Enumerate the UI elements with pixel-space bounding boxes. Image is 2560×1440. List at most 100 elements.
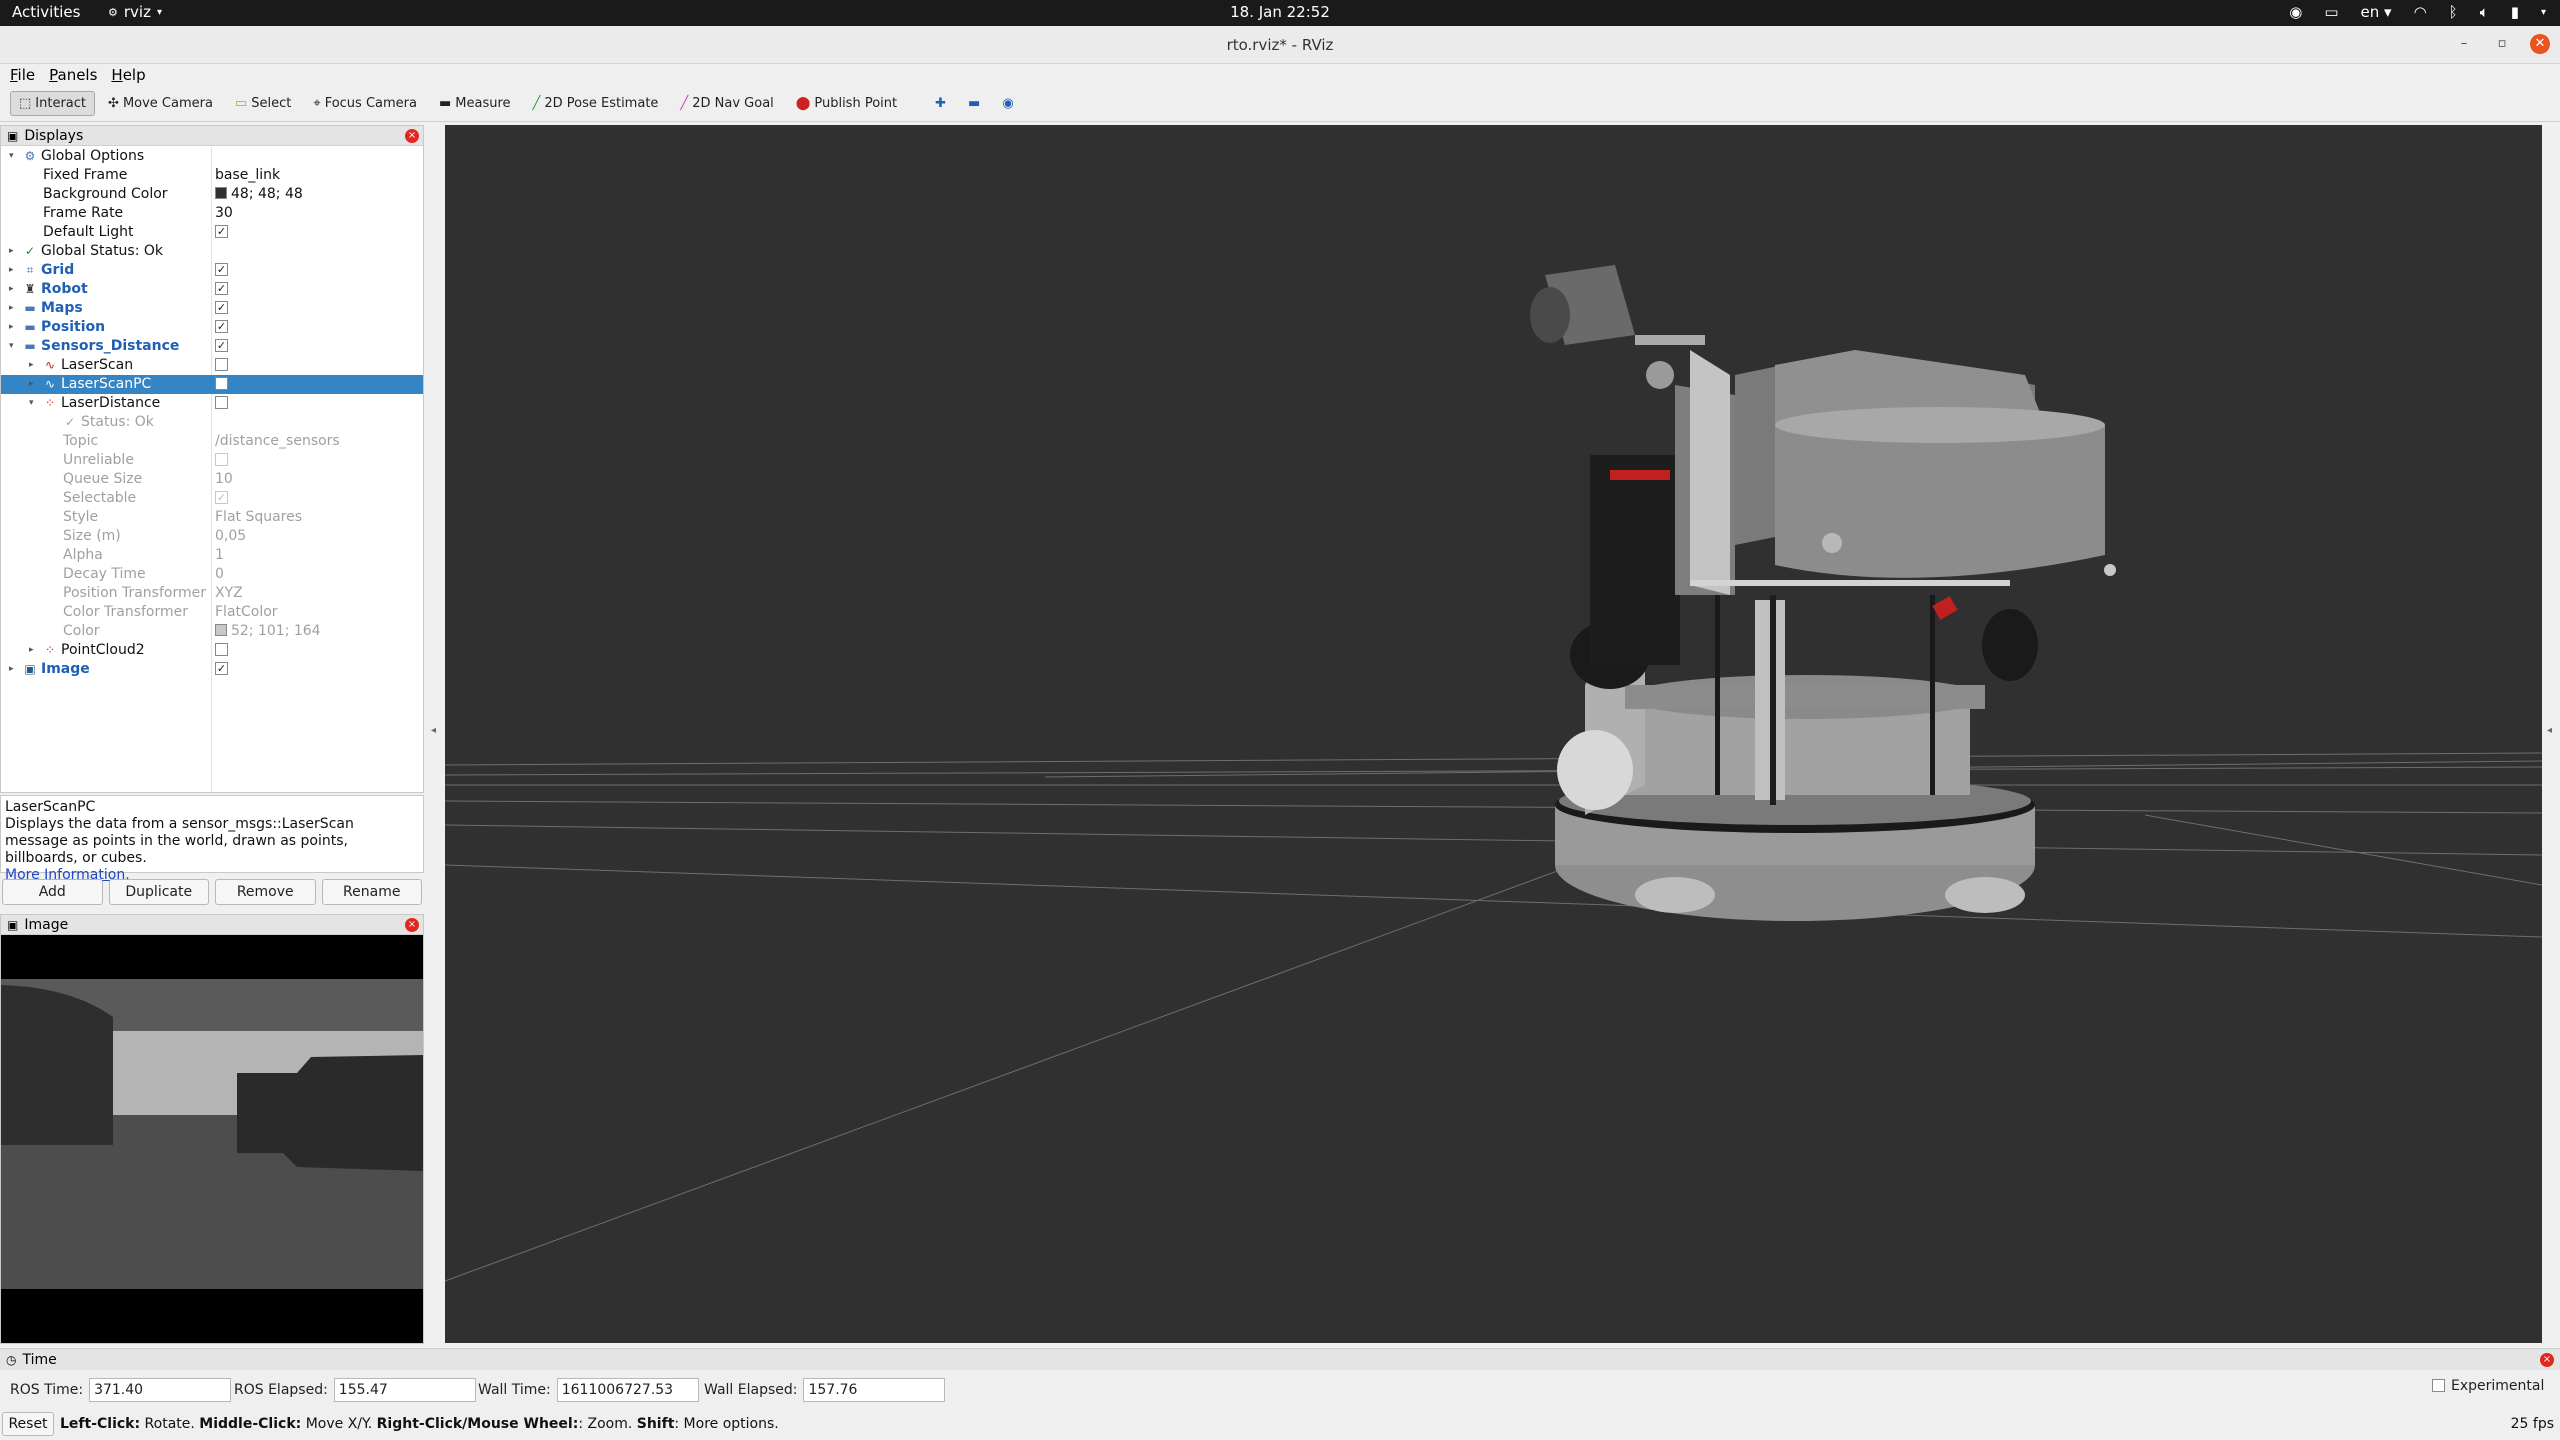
app-menu[interactable]: ⚙ rviz ▾: [108, 3, 162, 21]
enable-checkbox[interactable]: ✓: [215, 300, 228, 314]
menu-help[interactable]: Help: [111, 66, 145, 84]
display-row-value[interactable]: ✓: [215, 318, 228, 337]
bluetooth-icon[interactable]: ᛒ: [2449, 3, 2458, 21]
chevron-right-icon[interactable]: ▸: [9, 261, 19, 280]
display-row-value[interactable]: 10: [215, 470, 233, 489]
remove-tool-button[interactable]: ▬: [959, 91, 989, 116]
display-row-global-status-ok[interactable]: ▸ ✓ Global Status: Ok: [1, 242, 423, 261]
display-row-topic[interactable]: Topic/distance_sensors: [1, 432, 423, 451]
display-row-value[interactable]: [215, 394, 228, 413]
ros-time-input[interactable]: 371.40: [89, 1378, 232, 1402]
experimental-checkbox[interactable]: [2432, 1378, 2445, 1392]
add-tool-button[interactable]: ✚: [926, 91, 955, 116]
display-row-value[interactable]: ✓: [215, 280, 228, 299]
display-row-background-color[interactable]: Background Color 48; 48; 48: [1, 185, 423, 204]
wall-elapsed-input[interactable]: 157.76: [803, 1378, 946, 1402]
display-row-value[interactable]: 48; 48; 48: [215, 185, 303, 204]
display-row-value[interactable]: 0,05: [215, 527, 246, 546]
display-row-value[interactable]: [215, 375, 228, 394]
rename-button[interactable]: Rename: [321, 879, 422, 905]
chevron-down-icon[interactable]: ▾: [2541, 7, 2546, 18]
display-row-value[interactable]: /distance_sensors: [215, 432, 340, 451]
enable-checkbox[interactable]: [215, 376, 228, 390]
tool-focus-camera[interactable]: ⌖ Focus Camera: [304, 91, 426, 116]
enable-checkbox[interactable]: ✓: [215, 281, 228, 295]
enable-checkbox[interactable]: ✓: [215, 224, 228, 238]
chevron-right-icon[interactable]: ▸: [9, 318, 19, 337]
clock[interactable]: 18. Jan 22:52: [0, 3, 2560, 21]
menu-panels[interactable]: Panels: [49, 66, 97, 84]
battery-icon[interactable]: ▮: [2511, 3, 2519, 21]
display-row-value[interactable]: ✓: [215, 660, 228, 679]
enable-checkbox[interactable]: ✓: [215, 338, 228, 352]
display-row-image[interactable]: ▸ ▣ Image ✓: [1, 660, 423, 679]
tool-2d-nav-goal[interactable]: ╱ 2D Nav Goal: [671, 91, 782, 116]
display-row-color-transformer[interactable]: Color Transformer FlatColor: [1, 603, 423, 622]
wall-time-input[interactable]: 1611006727.53: [556, 1378, 699, 1402]
display-row-value[interactable]: XYZ: [215, 584, 243, 603]
maximize-button[interactable]: ▫: [2492, 34, 2512, 54]
enable-checkbox[interactable]: [215, 357, 228, 371]
chevron-down-icon[interactable]: ▾: [29, 394, 39, 413]
display-row-value[interactable]: Flat Squares: [215, 508, 302, 527]
close-icon[interactable]: ×: [2540, 1353, 2554, 1367]
volume-icon[interactable]: 🔈︎: [2480, 3, 2489, 21]
display-row-status-ok[interactable]: ✓ Status: Ok: [1, 413, 423, 432]
duplicate-button[interactable]: Duplicate: [108, 879, 209, 905]
chevron-right-icon[interactable]: ▸: [29, 356, 39, 375]
chevron-right-icon[interactable]: ▸: [9, 299, 19, 318]
display-row-selectable[interactable]: Selectable ✓: [1, 489, 423, 508]
display-row-value[interactable]: [215, 356, 228, 375]
enable-checkbox[interactable]: ✓: [215, 661, 228, 675]
display-row-value[interactable]: ✓: [215, 223, 228, 242]
reset-button[interactable]: Reset: [2, 1412, 54, 1436]
discord-icon[interactable]: ◉: [2289, 3, 2302, 21]
display-row-robot[interactable]: ▸ ♜ Robot ✓: [1, 280, 423, 299]
3d-render-viewport[interactable]: [445, 125, 2542, 1343]
display-row-value[interactable]: 52; 101; 164: [215, 622, 321, 641]
display-row-global-options[interactable]: ▾ ⚙ Global Options: [1, 147, 423, 166]
tool-2d-pose-estimate[interactable]: ╱ 2D Pose Estimate: [524, 91, 668, 116]
panel-splitter[interactable]: ◂: [428, 125, 442, 1343]
time-panel-header[interactable]: ◷ Time ×: [0, 1348, 2560, 1370]
add-button[interactable]: Add: [2, 879, 103, 905]
display-row-value[interactable]: ✓: [215, 261, 228, 280]
ros-elapsed-input[interactable]: 155.47: [333, 1378, 476, 1402]
display-row-value[interactable]: base_link: [215, 166, 280, 185]
minimize-button[interactable]: –: [2454, 34, 2474, 54]
display-row-decay-time[interactable]: Decay Time 0: [1, 565, 423, 584]
display-row-default-light[interactable]: Default Light ✓: [1, 223, 423, 242]
tool-select[interactable]: ▭ Select: [226, 91, 300, 116]
tool-publish-point[interactable]: ⬤ Publish Point: [787, 91, 906, 116]
display-row-pointcloud2[interactable]: ▸ ⁘ PointCloud2: [1, 641, 423, 660]
display-row-alpha[interactable]: Alpha 1: [1, 546, 423, 565]
tool-measure[interactable]: ▬ Measure: [430, 91, 520, 116]
wifi-icon[interactable]: ◠: [2414, 3, 2427, 21]
chevron-down-icon[interactable]: ▾: [9, 147, 19, 166]
window-title-bar[interactable]: rto.rviz* - RViz – ▫ ✕: [0, 26, 2560, 64]
chevron-down-icon[interactable]: ▾: [9, 337, 19, 356]
display-row-frame-rate[interactable]: Frame Rate 30: [1, 204, 423, 223]
chevron-right-icon[interactable]: ▸: [9, 242, 19, 261]
screen-icon[interactable]: ▭: [2324, 3, 2338, 21]
remove-button[interactable]: Remove: [215, 879, 316, 905]
display-row-queue-size[interactable]: Queue Size 10: [1, 470, 423, 489]
display-row-maps[interactable]: ▸ ▬ Maps ✓: [1, 299, 423, 318]
display-row-value[interactable]: ✓: [215, 489, 228, 508]
display-row-sensors-distance[interactable]: ▾ ▬ Sensors_Distance ✓: [1, 337, 423, 356]
display-row-style[interactable]: Style Flat Squares: [1, 508, 423, 527]
tool-move-camera[interactable]: ✣ Move Camera: [99, 91, 222, 116]
display-row-laserscan[interactable]: ▸ ∿ LaserScan: [1, 356, 423, 375]
right-splitter[interactable]: ◂: [2544, 125, 2560, 1343]
camera-image-view[interactable]: [1, 937, 423, 1343]
display-row-laserdistance[interactable]: ▾ ⁘ LaserDistance: [1, 394, 423, 413]
chevron-right-icon[interactable]: ▸: [9, 660, 19, 679]
displays-tree[interactable]: ▾ ⚙ Global Options Fixed Frame base_link Back…: [1, 147, 423, 792]
enable-checkbox[interactable]: [215, 452, 228, 466]
camera-type-button[interactable]: ◉: [993, 91, 1022, 116]
menu-file[interactable]: File: [10, 66, 35, 84]
display-row-fixed-frame[interactable]: Fixed Frame base_link: [1, 166, 423, 185]
enable-checkbox[interactable]: ✓: [215, 262, 228, 276]
display-row-value[interactable]: 0: [215, 565, 224, 584]
enable-checkbox[interactable]: ✓: [215, 490, 228, 504]
